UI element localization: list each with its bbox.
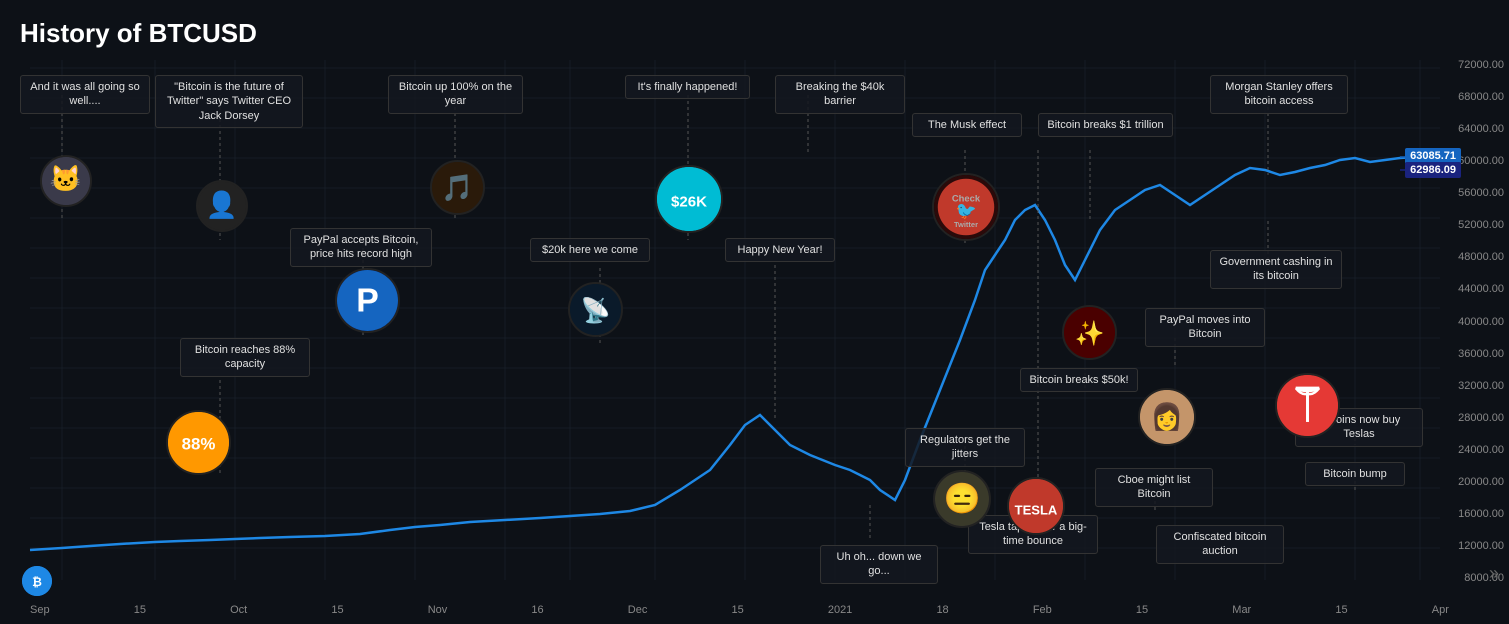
svg-text:✨: ✨ xyxy=(1075,319,1105,347)
annotation-5: PayPal accepts Bitcoin, price hits recor… xyxy=(290,228,432,267)
x-label-15c: 15 xyxy=(731,604,743,616)
svg-text:😑: 😑 xyxy=(943,481,980,515)
svg-text:TESLA: TESLA xyxy=(1015,502,1058,517)
y-label-4: 60000.00 xyxy=(1458,156,1504,167)
svg-text:₿: ₿ xyxy=(32,575,42,589)
y-label-16: 12000.00 xyxy=(1458,541,1504,552)
y-label-9: 40000.00 xyxy=(1458,317,1504,328)
price-low: 62986.09 xyxy=(1405,162,1461,178)
annotation-8: Breaking the $40k barrier xyxy=(775,75,905,114)
y-label-6: 52000.00 xyxy=(1458,220,1504,231)
annotation-16: PayPal moves into Bitcoin xyxy=(1145,308,1265,347)
nav-arrow[interactable]: » xyxy=(1489,563,1499,584)
x-label-16: 16 xyxy=(531,604,543,616)
annotation-19: Morgan Stanley offers bitcoin access xyxy=(1210,75,1348,114)
icon-8: Check 🐦 Twitter xyxy=(932,173,1000,241)
annotation-15: Bitcoin breaks $50k! xyxy=(1020,368,1138,392)
icon-9: 😑 xyxy=(933,470,991,528)
svg-text:$26K: $26K xyxy=(671,194,707,211)
annotation-4: Bitcoin reaches 88% capacity xyxy=(180,338,310,377)
svg-text:P: P xyxy=(356,281,379,319)
y-label-3: 64000.00 xyxy=(1458,124,1504,135)
annotation-17: Cboe might list Bitcoin xyxy=(1095,468,1213,507)
x-label-feb: Feb xyxy=(1033,604,1052,616)
annotation-11: The Musk effect xyxy=(912,113,1022,137)
page-title: History of BTCUSD xyxy=(20,18,257,49)
annotation-12: Regulators get the jitters xyxy=(905,428,1025,467)
icon-1: 🐱 xyxy=(40,155,92,207)
x-label-15a: 15 xyxy=(134,604,146,616)
icon-7: $26K xyxy=(655,165,723,233)
icon-3: 🎵 xyxy=(430,160,485,215)
y-label-2: 68000.00 xyxy=(1458,92,1504,103)
icon-6: 📡 xyxy=(568,282,623,337)
icon-12: 👩 xyxy=(1138,388,1196,446)
y-label-11: 32000.00 xyxy=(1458,381,1504,392)
y-label-8: 44000.00 xyxy=(1458,284,1504,295)
annotation-1: And it was all going so well.... xyxy=(20,75,150,114)
annotation-6: $20k here we come xyxy=(530,238,650,262)
icon-13 xyxy=(1275,373,1340,438)
y-axis: 72000.00 68000.00 64000.00 60000.00 5600… xyxy=(1458,0,1504,624)
icon-11: ✨ xyxy=(1062,305,1117,360)
svg-text:Twitter: Twitter xyxy=(954,220,978,229)
annotation-3: Bitcoin up 100% on the year xyxy=(388,75,523,114)
y-label-12: 28000.00 xyxy=(1458,413,1504,424)
x-label-sep: Sep xyxy=(30,604,50,616)
annotation-18: Confiscated bitcoin auction xyxy=(1156,525,1284,564)
x-label-18: 18 xyxy=(936,604,948,616)
y-label-13: 24000.00 xyxy=(1458,445,1504,456)
svg-text:🐦: 🐦 xyxy=(955,201,976,220)
icon-10: TESLA xyxy=(1007,477,1065,535)
btcusd-icon: ₿ xyxy=(22,566,52,596)
annotation-20: Government cashing in its bitcoin xyxy=(1210,250,1342,289)
annotation-9: Happy New Year! xyxy=(725,238,835,262)
svg-text:📡: 📡 xyxy=(581,294,611,324)
annotation-2: "Bitcoin is the future of Twitter" says … xyxy=(155,75,303,128)
y-label-5: 56000.00 xyxy=(1458,188,1504,199)
svg-text:👤: 👤 xyxy=(206,189,238,219)
x-label-dec: Dec xyxy=(628,604,648,616)
annotation-10: Uh oh... down we go... xyxy=(820,545,938,584)
y-label-10: 36000.00 xyxy=(1458,349,1504,360)
x-label-15d: 15 xyxy=(1136,604,1148,616)
annotation-7: It's finally happened! xyxy=(625,75,750,99)
icon-4: 88% xyxy=(166,410,231,475)
y-label-7: 48000.00 xyxy=(1458,252,1504,263)
chart-container: History of BTCUSD 72000.00 68000.00 6400… xyxy=(0,0,1509,624)
y-label-15: 16000.00 xyxy=(1458,509,1504,520)
x-label-2021: 2021 xyxy=(828,604,852,616)
annotation-14: Bitcoin breaks $1 trillion xyxy=(1038,113,1173,137)
x-label-nov: Nov xyxy=(428,604,448,616)
svg-text:👩: 👩 xyxy=(1151,401,1183,431)
x-label-15b: 15 xyxy=(331,604,343,616)
x-label-apr: Apr xyxy=(1432,604,1449,616)
svg-text:🎵: 🎵 xyxy=(441,172,473,202)
x-axis: Sep 15 Oct 15 Nov 16 Dec 15 2021 18 Feb … xyxy=(30,604,1449,616)
x-label-oct: Oct xyxy=(230,604,247,616)
svg-text:88%: 88% xyxy=(182,435,216,454)
y-label-1: 72000.00 xyxy=(1458,60,1504,71)
svg-text:🐱: 🐱 xyxy=(50,164,82,193)
x-label-mar: Mar xyxy=(1232,604,1251,616)
annotation-22: Bitcoin bump xyxy=(1305,462,1405,486)
x-label-15e: 15 xyxy=(1335,604,1347,616)
y-label-14: 20000.00 xyxy=(1458,477,1504,488)
icon-2: 👤 xyxy=(196,180,248,232)
icon-5: P xyxy=(335,268,400,333)
